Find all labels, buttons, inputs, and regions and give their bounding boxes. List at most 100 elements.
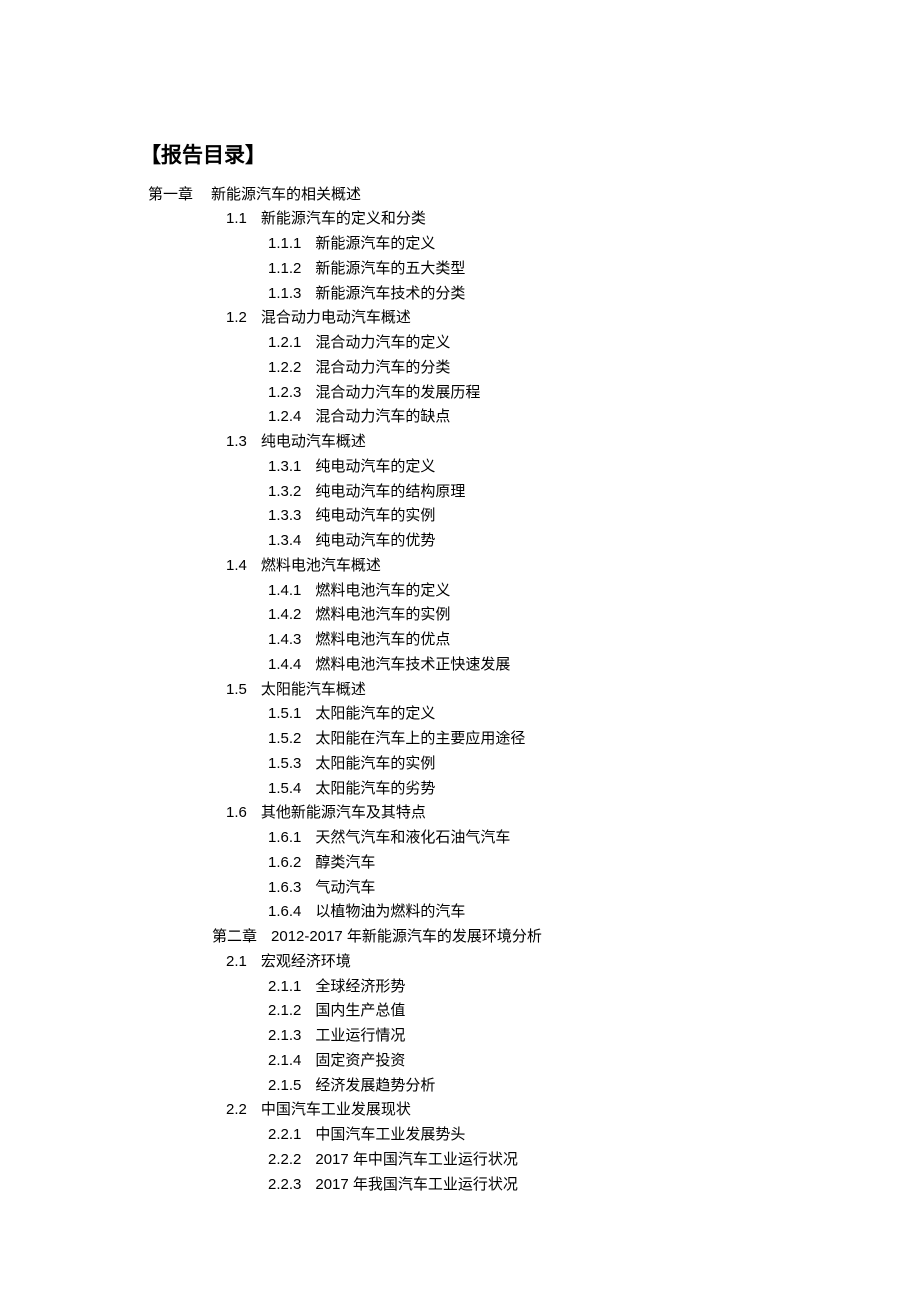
subsection-entry: 2.1.1 全球经济形势: [140, 975, 920, 1000]
subsection-title: 太阳能汽车的劣势: [315, 781, 435, 797]
chapter-title: 2012-2017 年新能源汽车的发展环境分析: [271, 928, 542, 945]
subsection-entry: 1.3.4纯电动汽车的优势: [140, 529, 920, 554]
subsection-number: 1.3.3: [268, 504, 301, 529]
subsection-number: 1.4.2: [268, 603, 301, 628]
subsection-number: 1.1.2: [268, 257, 301, 282]
section-number: 1.1: [226, 207, 247, 232]
subsection-entry: 1.3.1 纯电动汽车的定义: [140, 455, 920, 480]
section-title: 新能源汽车的定义和分类: [261, 211, 426, 227]
subsection-entry: 1.1.2 新能源汽车的五大类型: [140, 257, 920, 282]
subsection-number: 1.2.3: [268, 381, 301, 406]
subsection-number: 1.1.1: [268, 232, 301, 257]
subsection-entry: 1.5.4 太阳能汽车的劣势: [140, 777, 920, 802]
subsection-title: 新能源汽车技术的分类: [315, 286, 465, 302]
section-number: 1.4: [226, 554, 247, 579]
subsection-entry: 1.1.1 新能源汽车的定义: [140, 232, 920, 257]
subsection-entry: 2.2.22017 年中国汽车工业运行状况: [140, 1148, 920, 1173]
subsection-number: 1.5.2: [268, 727, 301, 752]
subsection-number: 2.1.2: [268, 999, 301, 1024]
subsection-entry: 1.4.3 燃料电池汽车的优点: [140, 628, 920, 653]
section-entry: 1.5 太阳能汽车概述: [140, 678, 920, 703]
subsection-entry: 1.5.2 太阳能在汽车上的主要应用途径: [140, 727, 920, 752]
subsection-entry: 1.1.3新能源汽车技术的分类: [140, 282, 920, 307]
subsection-number: 2.2.2: [268, 1148, 301, 1173]
subsection-entry: 2.1.5经济发展趋势分析: [140, 1074, 920, 1099]
section-number: 1.3: [226, 430, 247, 455]
section-entry: 2.2中国汽车工业发展现状: [140, 1098, 920, 1123]
subsection-number: 2.1.1: [268, 975, 301, 1000]
section-number: 1.6: [226, 801, 247, 826]
subsection-number: 1.3.2: [268, 480, 301, 505]
subsection-entry: 1.5.1 太阳能汽车的定义: [140, 702, 920, 727]
subsection-number: 1.3.1: [268, 455, 301, 480]
subsection-title: 新能源汽车的五大类型: [315, 261, 465, 277]
subsection-title: 太阳能汽车的实例: [315, 756, 435, 772]
subsection-entry: 1.2.2 混合动力汽车的分类: [140, 356, 920, 381]
chapter-title: 新能源汽车的相关概述: [211, 187, 361, 203]
section-entry: 1.6 其他新能源汽车及其特点: [140, 801, 920, 826]
subsection-title: 全球经济形势: [315, 979, 405, 995]
subsection-entry: 2.2.32017 年我国汽车工业运行状况: [140, 1173, 920, 1198]
subsection-number: 1.6.2: [268, 851, 301, 876]
chapter-number: 第一章: [148, 183, 193, 208]
section-number: 1.5: [226, 678, 247, 703]
subsection-title: 燃料电池汽车的定义: [315, 583, 450, 599]
section-entry: 1.3 纯电动汽车概述: [140, 430, 920, 455]
subsection-title: 纯电动汽车的定义: [315, 459, 435, 475]
subsection-title: 气动汽车: [315, 880, 375, 896]
subsection-title: 纯电动汽车的结构原理: [315, 484, 465, 500]
section-title: 宏观经济环境: [261, 954, 351, 970]
subsection-number: 2.1.3: [268, 1024, 301, 1049]
subsection-entry: 1.4.4 燃料电池汽车技术正快速发展: [140, 653, 920, 678]
section-title: 混合动力电动汽车概述: [261, 310, 411, 326]
section-entry: 1.2混合动力电动汽车概述: [140, 306, 920, 331]
subsection-entry: 1.3.3 纯电动汽车的实例: [140, 504, 920, 529]
subsection-title: 醇类汽车: [315, 855, 375, 871]
chapter-heading: 第一章 新能源汽车的相关概述: [140, 183, 920, 208]
subsection-title: 混合动力汽车的分类: [315, 360, 450, 376]
subsection-entry: 1.6.1天然气汽车和液化石油气汽车: [140, 826, 920, 851]
subsection-title: 天然气汽车和液化石油气汽车: [315, 830, 510, 846]
section-entry: 1.4 燃料电池汽车概述: [140, 554, 920, 579]
chapter-number: 第二章: [212, 925, 257, 950]
subsection-number: 1.4.1: [268, 579, 301, 604]
subsection-title: 国内生产总值: [315, 1003, 405, 1019]
subsection-number: 1.4.3: [268, 628, 301, 653]
subsection-title: 新能源汽车的定义: [315, 236, 435, 252]
subsection-title: 燃料电池汽车的优点: [315, 632, 450, 648]
subsection-title: 工业运行情况: [315, 1028, 405, 1044]
subsection-title: 燃料电池汽车的实例: [315, 607, 450, 623]
subsection-entry: 1.2.4 混合动力汽车的缺点: [140, 405, 920, 430]
subsection-entry: 1.2.3 混合动力汽车的发展历程: [140, 381, 920, 406]
subsection-title: 混合动力汽车的发展历程: [315, 385, 480, 401]
subsection-number: 1.5.1: [268, 702, 301, 727]
subsection-title: 纯电动汽车的实例: [315, 508, 435, 524]
subsection-title: 混合动力汽车的缺点: [315, 409, 450, 425]
subsection-number: 1.2.2: [268, 356, 301, 381]
subsection-number: 1.5.3: [268, 752, 301, 777]
subsection-title: 混合动力汽车的定义: [315, 335, 450, 351]
subsection-number: 1.5.4: [268, 777, 301, 802]
subsection-number: 2.1.5: [268, 1074, 301, 1099]
subsection-number: 1.2.1: [268, 331, 301, 356]
subsection-number: 2.1.4: [268, 1049, 301, 1074]
subsection-number: 2.2.1: [268, 1123, 301, 1148]
subsection-number: 1.2.4: [268, 405, 301, 430]
section-title: 太阳能汽车概述: [261, 682, 366, 698]
subsection-title: 太阳能在汽车上的主要应用途径: [315, 731, 525, 747]
subsection-entry: 1.6.3 气动汽车: [140, 876, 920, 901]
chapter-heading: 第二章 2012-2017 年新能源汽车的发展环境分析: [140, 925, 920, 950]
subsection-title: 纯电动汽车的优势: [315, 533, 435, 549]
subsection-title: 太阳能汽车的定义: [315, 706, 435, 722]
subsection-number: 1.4.4: [268, 653, 301, 678]
subsection-number: 1.6.3: [268, 876, 301, 901]
subsection-title: 燃料电池汽车技术正快速发展: [315, 657, 510, 673]
subsection-title: 中国汽车工业发展势头: [315, 1127, 465, 1143]
subsection-title: 2017 年我国汽车工业运行状况: [315, 1176, 518, 1193]
section-title: 燃料电池汽车概述: [261, 558, 381, 574]
subsection-entry: 1.5.3 太阳能汽车的实例: [140, 752, 920, 777]
subsection-entry: 2.1.3 工业运行情况: [140, 1024, 920, 1049]
subsection-entry: 1.6.4以植物油为燃料的汽车: [140, 900, 920, 925]
section-title: 其他新能源汽车及其特点: [261, 805, 426, 821]
section-title: 纯电动汽车概述: [261, 434, 366, 450]
